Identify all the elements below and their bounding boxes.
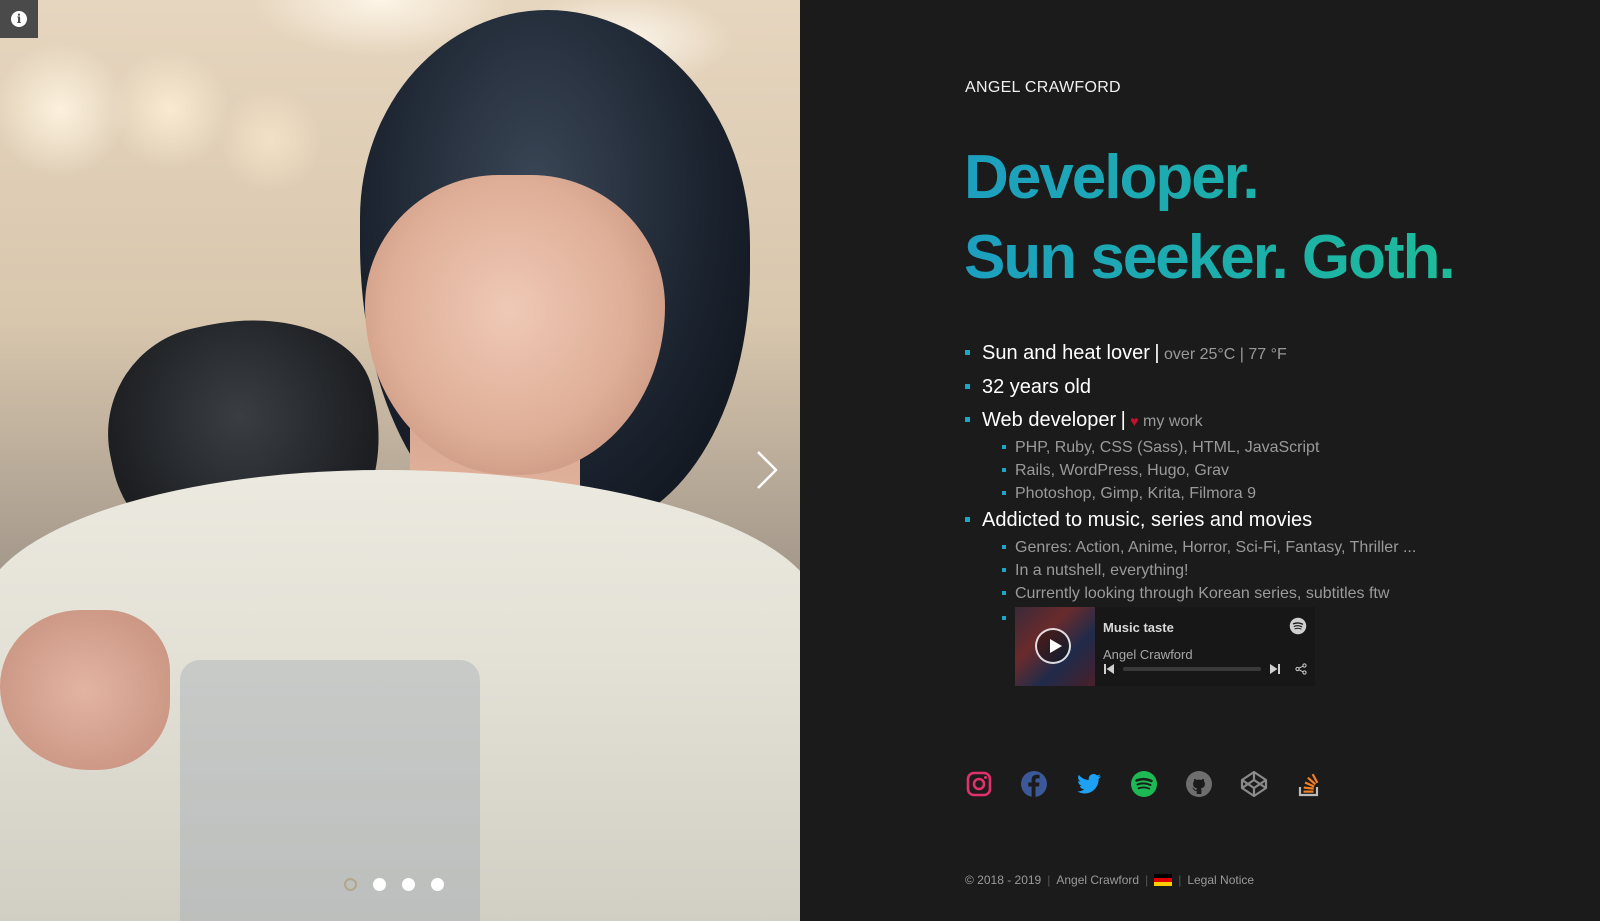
slider-dots [344,878,444,891]
spotify-icon[interactable] [1130,770,1158,798]
footer: © 2018 - 2019 | Angel Crawford | | Legal… [965,873,1254,887]
legal-notice-link[interactable]: Legal Notice [1187,873,1254,887]
fact-web-developer: Web developer | ♥ my work PHP, Ruby, CSS… [965,407,1525,505]
fact-separator: | [1154,342,1160,364]
play-icon[interactable] [1035,628,1071,664]
facebook-icon[interactable] [1020,770,1048,798]
slider-dot-1[interactable] [344,878,357,891]
player-controls [1103,662,1307,676]
hero-photo [0,0,800,921]
slider-dot-4[interactable] [431,878,444,891]
next-track-icon[interactable] [1269,663,1281,675]
instagram-icon[interactable] [965,770,993,798]
footer-author-link[interactable]: Angel Crawford [1056,873,1139,887]
fact-main: Addicted to music, series and movies [982,509,1313,531]
tagline: Developer. Sun seeker. Goth. [964,138,1454,298]
list-item: PHP, Ruby, CSS (Sass), HTML, JavaScript [1002,436,1525,459]
list-item-player: Music taste Angel Crawford [1002,607,1525,686]
german-flag-icon[interactable] [1154,873,1173,887]
media-list: Genres: Action, Anime, Horror, Sci-Fi, F… [982,536,1525,686]
slider-dot-2[interactable] [373,878,386,891]
footer-separator: | [1178,873,1182,887]
facts-list: Sun and heat lover | over 25°C | 77 °F 3… [965,340,1525,686]
profile-name: ANGEL CRAWFORD [965,79,1121,96]
list-item: Rails, WordPress, Hugo, Grav [1002,459,1525,482]
fact-main: Web developer [982,409,1117,431]
slider-dot-3[interactable] [402,878,415,891]
list-item: Genres: Action, Anime, Horror, Sci-Fi, F… [1002,536,1525,559]
fact-music: Addicted to music, series and movies Gen… [965,507,1525,686]
footer-separator: | [1047,873,1051,887]
info-button[interactable]: i [0,0,38,38]
player-title: Music taste [1103,620,1174,635]
progress-bar[interactable] [1123,667,1261,671]
heart-icon: ♥ [1130,413,1139,429]
social-links [965,770,1323,798]
chevron-right-icon [757,451,778,489]
footer-copyright: © 2018 - 2019 [965,873,1042,887]
slider-next-button[interactable] [752,448,782,492]
info-icon: i [11,11,27,27]
tagline-line-2: Sun seeker. Goth. [964,223,1454,292]
github-icon[interactable] [1185,770,1213,798]
twitter-icon[interactable] [1075,770,1103,798]
profile-panel: ANGEL CRAWFORD Developer. Sun seeker. Go… [800,0,1600,921]
list-item: In a nutshell, everything! [1002,559,1525,582]
fact-age: 32 years old [965,374,1525,407]
fact-note: my work [1143,413,1203,430]
fact-note: over 25°C | 77 °F [1164,346,1287,363]
previous-track-icon[interactable] [1103,663,1115,675]
codepen-icon[interactable] [1240,770,1268,798]
footer-separator: | [1145,873,1149,887]
spotify-player: Music taste Angel Crawford [1015,607,1315,686]
fact-sun: Sun and heat lover | over 25°C | 77 °F [965,340,1525,374]
album-cover [1015,607,1095,686]
fact-main: 32 years old [982,376,1091,398]
list-item: Currently looking through Korean series,… [1002,582,1525,605]
share-icon[interactable] [1295,663,1307,675]
spotify-icon[interactable] [1289,617,1307,635]
list-item: Photoshop, Gimp, Krita, Filmora 9 [1002,482,1525,505]
player-meta: Music taste Angel Crawford [1095,607,1315,686]
skills-list: PHP, Ruby, CSS (Sass), HTML, JavaScript … [982,436,1525,505]
tagline-line-1: Developer. [964,143,1258,212]
stackoverflow-icon[interactable] [1295,770,1323,798]
fact-main: Sun and heat lover [982,342,1150,364]
fact-separator: | [1120,409,1126,431]
